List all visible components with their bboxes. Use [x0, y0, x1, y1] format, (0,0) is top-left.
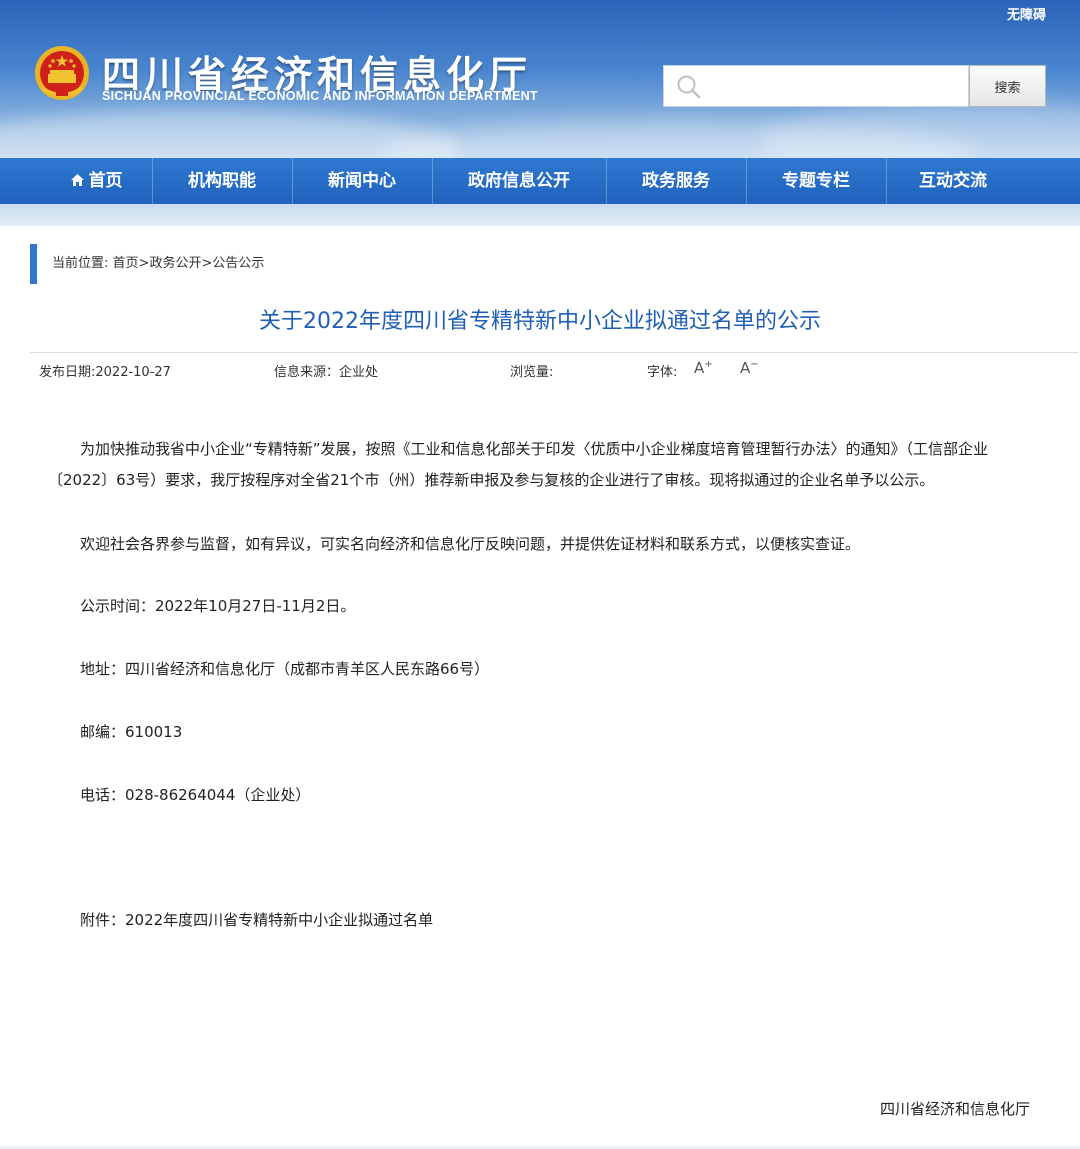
site-subtitle-en: SICHUAN PROVINCIAL ECONOMIC AND INFORMAT… [102, 89, 538, 103]
font-decrease-button[interactable]: A− [740, 359, 759, 377]
nav-item-interaction[interactable]: 互动交流 [886, 158, 1020, 204]
breadcrumb-separator: > [138, 256, 150, 271]
search-icon [677, 75, 701, 99]
publish-date: 发布日期:2022-10-27 [39, 365, 171, 380]
font-increase-button[interactable]: A+ [694, 359, 713, 377]
search-button[interactable]: 搜索 [969, 65, 1046, 107]
main-nav: 首页 机构职能 新闻中心 政府信息公开 政务服务 专题专栏 互动交流 [0, 158, 1080, 204]
search-input[interactable] [710, 72, 960, 100]
nav-item-label: 首页 [88, 171, 123, 191]
article-paragraph: 地址：四川省经济和信息化厅（成都市青羊区人民东路66号） [80, 660, 490, 678]
font-decrease-glyph: A [740, 359, 751, 377]
breadcrumb-separator: > [201, 256, 213, 271]
breadcrumb-current-link[interactable]: 公告公示 [212, 256, 264, 271]
national-emblem-icon [35, 46, 89, 100]
nav-item-topics[interactable]: 专题专栏 [746, 158, 886, 204]
article-paragraph: 邮编：610013 [80, 723, 183, 741]
site-header: 无障碍 四川省经济和信息化厅 SICHUAN PROVINCIAL ECONOM… [0, 0, 1080, 158]
article-container: 当前位置: 首页>政务公开>公告公示 关于2022年度四川省专精特新中小企业拟通… [0, 226, 1080, 1149]
accessibility-link[interactable]: 无障碍 [1007, 4, 1046, 23]
font-increase-glyph: A [694, 359, 705, 377]
info-source: 信息来源：企业处 [274, 365, 379, 380]
article-paragraph: 为加快推动我省中小企业“专精特新”发展，按照《工业和信息化部关于印发〈优质中小企… [48, 440, 989, 489]
breadcrumb-section-link[interactable]: 政务公开 [149, 256, 201, 271]
nav-item-organization[interactable]: 机构职能 [152, 158, 292, 204]
article-paragraph: 欢迎社会各界参与监督，如有异议，可实名向经济和信息化厅反映问题，并提供佐证材料和… [80, 535, 861, 553]
article-paragraph: 电话：028-86264044（企业处） [80, 786, 311, 804]
sky-band-decoration [0, 204, 1080, 226]
breadcrumb: 当前位置: 首页>政务公开>公告公示 [30, 244, 264, 284]
view-count: 浏览量: [510, 365, 554, 380]
nav-item-news[interactable]: 新闻中心 [292, 158, 432, 204]
article-title: 关于2022年度四川省专精特新中小企业拟通过名单的公示 [259, 309, 821, 334]
title-divider [30, 352, 1078, 353]
breadcrumb-home-link[interactable]: 首页 [113, 256, 139, 271]
article-paragraph: 公示时间：2022年10月27日-11月2日。 [80, 597, 356, 615]
article-signature: 四川省经济和信息化厅 [879, 1100, 1030, 1118]
breadcrumb-prefix: 当前位置: [52, 256, 113, 271]
font-size-label: 字体: [647, 365, 678, 380]
nav-item-services[interactable]: 政务服务 [606, 158, 746, 204]
home-icon [70, 173, 84, 186]
attachment-link[interactable]: 附件：2022年度四川省专精特新中小企业拟通过名单 [80, 905, 1030, 936]
nav-item-home[interactable]: 首页 [40, 158, 152, 204]
nav-item-gov-info[interactable]: 政府信息公开 [432, 158, 606, 204]
header-cloud-decoration [760, 100, 1080, 158]
search-box [663, 65, 969, 107]
